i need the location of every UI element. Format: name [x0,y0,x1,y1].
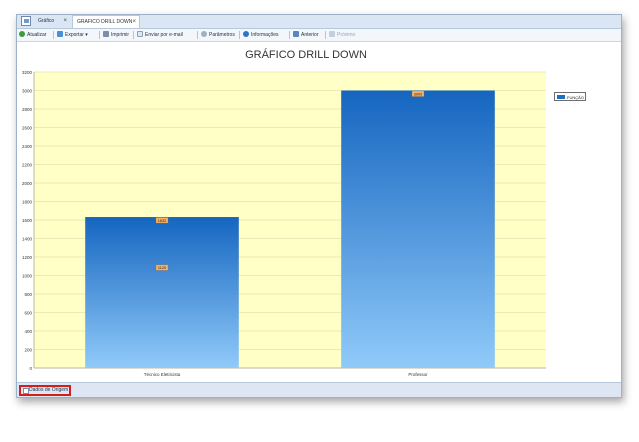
export-label: Exportar [65,32,84,38]
tab-grafico-close-icon[interactable]: × [63,15,67,28]
dados-de-origem-toggle[interactable]: Dados de Origem [19,385,71,396]
toolbar: Atualizar Exportar ▾ Imprimir Enviar por… [17,29,621,42]
chart-app-icon [21,16,31,26]
checkbox-icon [23,388,29,394]
y-tick-label: 2400 [22,144,33,149]
info-button[interactable]: Informações [243,29,279,41]
y-tick-label: 0 [29,366,32,371]
email-label: Enviar por e-mail [145,32,183,38]
previous-icon [293,30,299,37]
print-button[interactable]: Imprimir [103,29,129,41]
y-tick-label: 2600 [22,125,33,130]
dados-de-origem-label: Dados de Origem [29,387,69,393]
chart-area: GRÁFICO DRILL DOWN 0 200 400 600 800 1000 1200… [17,42,621,382]
print-icon [103,30,109,37]
y-tick-label: 200 [24,347,32,352]
wrench-icon [201,30,207,37]
y-tick-label: 600 [24,310,32,315]
next-button[interactable]: Próximo [329,29,355,41]
toolbar-separator [99,31,100,39]
tab-drill-down-close-icon[interactable]: × [132,16,136,29]
toolbar-separator [53,31,54,39]
tab-grafico[interactable]: Gráfico × [34,15,70,28]
parameters-label: Parâmetros [209,32,235,38]
bar[interactable] [85,217,239,368]
legend[interactable]: FUNÇÃO [554,92,586,101]
y-tick-label: 800 [24,292,32,297]
toolbar-separator [289,31,290,39]
next-icon [329,30,335,37]
x-axis: Técnico Eletricista Professor [144,372,428,377]
toolbar-separator [133,31,134,39]
data-label: 1632 [158,219,166,223]
chart-title: GRÁFICO DRILL DOWN [245,48,367,61]
x-tick-label: Professor [408,372,428,377]
extra-data-label: 1120 [158,266,166,270]
refresh-button[interactable]: Atualizar [19,29,46,41]
mail-icon [137,30,143,37]
parameters-button[interactable]: Parâmetros [201,29,235,41]
info-label: Informações [251,32,279,38]
legend-swatch [557,95,565,99]
y-tick-label: 2000 [22,181,33,186]
data-label: 3000 [414,92,422,96]
bar-chart: GRÁFICO DRILL DOWN 0 200 400 600 800 1000 1200… [22,48,546,377]
x-tick-label: Técnico Eletricista [144,372,181,377]
y-tick-label: 1600 [22,218,33,223]
toolbar-separator [239,31,240,39]
y-tick-label: 1400 [22,236,33,241]
next-label: Próximo [337,32,356,38]
tab-grafico-label: Gráfico [38,18,55,24]
y-tick-label: 1000 [22,273,33,278]
tab-bar: Gráfico × GRAFICO DRILL DOWN × [17,15,621,29]
info-icon [243,30,249,37]
bar[interactable] [341,90,495,369]
y-tick-label: 3000 [22,88,33,93]
refresh-icon [19,30,25,37]
y-tick-label: 1200 [22,255,33,260]
y-tick-label: 1800 [22,199,33,204]
email-button[interactable]: Enviar por e-mail [137,29,183,41]
y-tick-label: 2800 [22,107,33,112]
refresh-label: Atualizar [27,32,47,38]
y-tick-label: 400 [24,329,32,334]
tab-drill-down-label: GRAFICO DRILL DOWN [77,19,133,25]
previous-label: Anterior [301,32,319,38]
y-tick-label: 2200 [22,162,33,167]
export-icon [57,30,63,37]
legend-label: FUNÇÃO [567,95,584,100]
report-window: Gráfico × GRAFICO DRILL DOWN × Atualizar… [16,14,622,398]
toolbar-separator [325,31,326,39]
status-bar: Dados de Origem [17,382,621,397]
previous-button[interactable]: Anterior [293,29,319,41]
print-label: Imprimir [111,32,130,38]
y-tick-label: 3200 [22,70,33,75]
export-button[interactable]: Exportar ▾ [57,29,88,41]
toolbar-separator [197,31,198,39]
tab-grafico-drill-down[interactable]: GRAFICO DRILL DOWN × [72,15,140,28]
